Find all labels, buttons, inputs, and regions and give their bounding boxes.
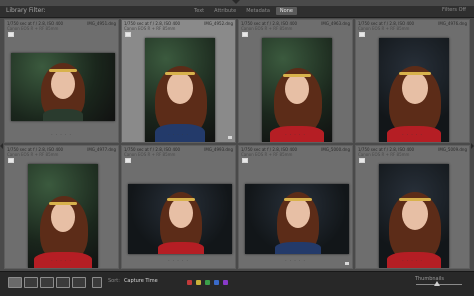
loupe-view-icon[interactable] xyxy=(24,277,38,288)
photo-thumbnail[interactable] xyxy=(262,38,332,142)
file-name: IMG_4963.dng xyxy=(321,21,350,26)
color-label-swatch[interactable] xyxy=(205,280,210,285)
photo-grid: 1/750 sec at f / 2.8, ISO 400 IMG_4951.d… xyxy=(4,19,470,269)
color-label-swatch[interactable] xyxy=(187,280,192,285)
cell-header: 1/750 sec at f / 2.8, ISO 400 IMG_4976.d… xyxy=(358,21,467,31)
cell-header: 1/750 sec at f / 2.8, ISO 400 IMG_4952.d… xyxy=(124,21,233,31)
sort-label: Sort: xyxy=(108,278,120,284)
file-name: IMG_4977.dng xyxy=(87,147,116,152)
rating-stars[interactable]: · · · · · xyxy=(51,132,71,137)
color-labels xyxy=(187,280,228,285)
grid-cell[interactable]: 1/750 sec at f / 2.8, ISO 400 IMG_5000.d… xyxy=(238,145,353,269)
edited-badge-icon xyxy=(345,262,349,265)
camera-info: Canon EOS R + RF 85mm xyxy=(7,152,59,157)
bottom-toolbar: Sort: Capture Time Thumbnails xyxy=(0,271,474,296)
file-name: IMG_5009.dng xyxy=(438,147,467,152)
photo-thumbnail[interactable] xyxy=(379,38,449,142)
grid-cell[interactable]: 1/750 sec at f / 2.8, ISO 400 IMG_4976.d… xyxy=(355,19,470,143)
flag-icon[interactable] xyxy=(242,158,248,163)
grid-cell[interactable]: 1/750 sec at f / 2.8, ISO 400 IMG_4963.d… xyxy=(238,19,353,143)
people-view-icon[interactable] xyxy=(72,277,86,288)
flag-icon[interactable] xyxy=(125,158,131,163)
camera-info: Canon EOS R + RF 85mm xyxy=(358,26,410,31)
camera-info: Canon EOS R + RF 85mm xyxy=(358,152,410,157)
filter-tab-metadata[interactable]: Metadata xyxy=(242,7,274,15)
flag-icon[interactable] xyxy=(8,158,14,163)
cell-header: 1/750 sec at f / 2.8, ISO 400 IMG_4977.d… xyxy=(7,147,116,157)
compare-view-icon[interactable] xyxy=(40,277,54,288)
file-name: IMG_5000.dng xyxy=(321,147,350,152)
library-filter-bar: Library Filter: Text Attribute Metadata … xyxy=(0,6,474,18)
file-name: IMG_4976.dng xyxy=(438,21,467,26)
color-label-swatch[interactable] xyxy=(223,280,228,285)
flag-icon[interactable] xyxy=(125,32,131,37)
photo-thumbnail[interactable] xyxy=(379,164,449,268)
rating-stars[interactable]: · · · · · xyxy=(168,132,188,137)
rating-stars[interactable]: · · · · · xyxy=(402,132,422,137)
photo-thumbnail[interactable] xyxy=(28,164,98,268)
rating-stars[interactable]: · · · · · xyxy=(285,132,305,137)
filter-tab-attribute[interactable]: Attribute xyxy=(210,7,240,15)
grid-view-icon[interactable] xyxy=(8,277,22,288)
photo-thumbnail[interactable] xyxy=(145,38,215,142)
cell-header: 1/750 sec at f / 2.8, ISO 400 IMG_4963.d… xyxy=(241,21,350,31)
camera-info: Canon EOS R + RF 85mm xyxy=(7,26,59,31)
file-name: IMG_4993.dng xyxy=(204,147,233,152)
camera-info: Canon EOS R + RF 85mm xyxy=(241,152,293,157)
camera-info: Canon EOS R + RF 85mm xyxy=(124,152,176,157)
grid-cell[interactable]: 1/750 sec at f / 2.8, ISO 400 IMG_4993.d… xyxy=(121,145,236,269)
rating-stars[interactable]: · · · · · xyxy=(285,258,305,263)
rating-stars[interactable]: · · · · · xyxy=(402,258,422,263)
cell-header: 1/750 sec at f / 2.8, ISO 400 IMG_5000.d… xyxy=(241,147,350,157)
rating-stars[interactable]: · · · · · xyxy=(168,258,188,263)
sort-dropdown[interactable]: Capture Time xyxy=(124,278,158,284)
camera-info: Canon EOS R + RF 85mm xyxy=(124,26,176,31)
filter-title: Library Filter: xyxy=(6,7,46,14)
flag-icon[interactable] xyxy=(359,158,365,163)
camera-info: Canon EOS R + RF 85mm xyxy=(241,26,293,31)
grid-cell[interactable]: 1/750 sec at f / 2.8, ISO 400 IMG_5009.d… xyxy=(355,145,470,269)
flag-icon[interactable] xyxy=(242,32,248,37)
painter-icon[interactable] xyxy=(92,277,102,288)
color-label-swatch[interactable] xyxy=(214,280,219,285)
collapse-left-panel-icon[interactable] xyxy=(0,143,3,149)
slider-knob[interactable] xyxy=(434,281,440,286)
file-name: IMG_4951.dng xyxy=(87,21,116,26)
filter-presets-dropdown[interactable]: Filters Off xyxy=(442,7,466,13)
cell-header: 1/750 sec at f / 2.8, ISO 400 IMG_4951.d… xyxy=(7,21,116,31)
photo-thumbnail[interactable] xyxy=(128,184,232,254)
survey-view-icon[interactable] xyxy=(56,277,70,288)
color-label-swatch[interactable] xyxy=(196,280,201,285)
cell-header: 1/750 sec at f / 2.8, ISO 400 IMG_5009.d… xyxy=(358,147,467,157)
flag-icon[interactable] xyxy=(359,32,365,37)
grid-cell[interactable]: 1/750 sec at f / 2.8, ISO 400 IMG_4951.d… xyxy=(4,19,119,143)
edited-badge-icon xyxy=(228,136,232,139)
sort-control: Sort: Capture Time xyxy=(108,278,158,284)
collapse-top-panel-icon[interactable] xyxy=(232,0,240,4)
filter-tabs: Text Attribute Metadata None xyxy=(190,7,297,15)
filter-tab-text[interactable]: Text xyxy=(190,7,208,15)
file-name: IMG_4952.dng xyxy=(204,21,233,26)
grid-cell[interactable]: 1/750 sec at f / 2.8, ISO 400 IMG_4977.d… xyxy=(4,145,119,269)
rating-stars[interactable]: · · · · · xyxy=(51,258,71,263)
filter-tab-none[interactable]: None xyxy=(275,7,297,15)
grid-cell[interactable]: 1/750 sec at f / 2.8, ISO 400 IMG_4952.d… xyxy=(121,19,236,143)
cell-header: 1/750 sec at f / 2.8, ISO 400 IMG_4993.d… xyxy=(124,147,233,157)
photo-thumbnail[interactable] xyxy=(11,53,115,121)
photo-thumbnail[interactable] xyxy=(245,184,349,254)
flag-icon[interactable] xyxy=(8,32,14,37)
